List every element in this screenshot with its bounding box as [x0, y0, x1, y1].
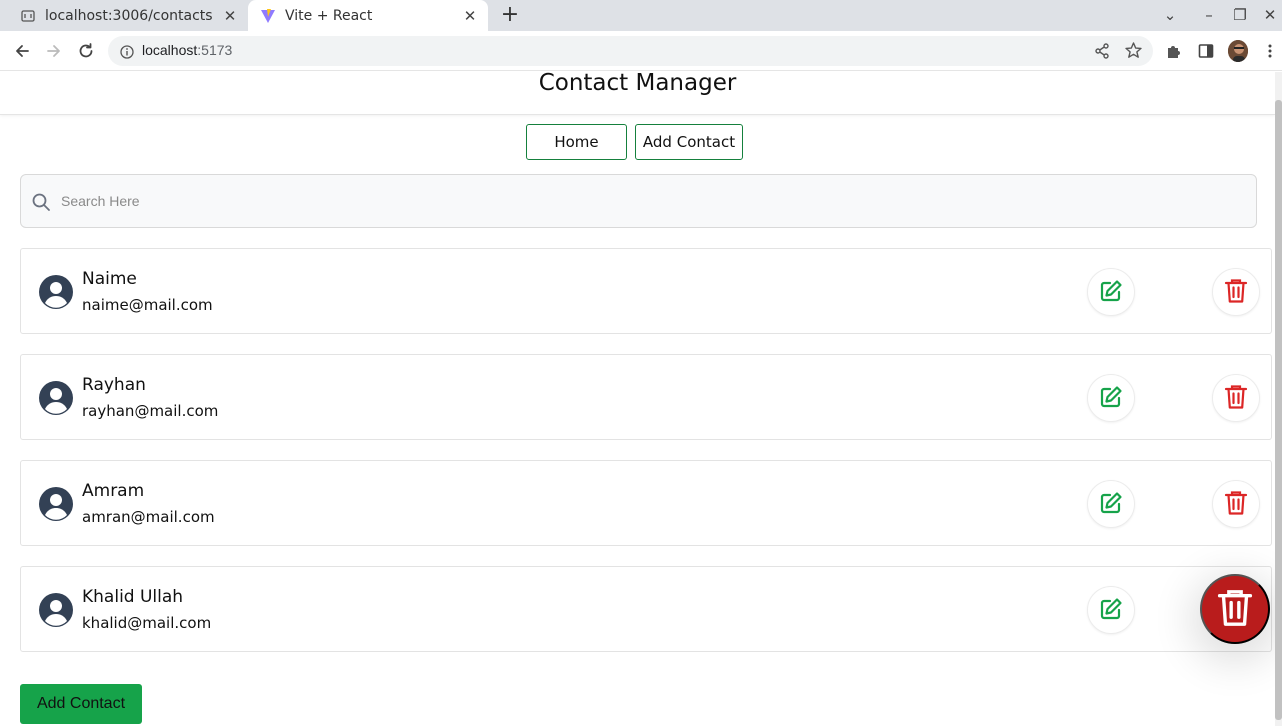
- user-circle-icon: [37, 485, 75, 523]
- pencil-square-icon: [1098, 278, 1124, 307]
- edit-contact-button[interactable]: [1087, 268, 1135, 316]
- close-icon[interactable]: ✕: [462, 8, 478, 24]
- main-nav: Home Add Contact: [0, 124, 1275, 160]
- tab-title: Vite + React: [285, 7, 373, 24]
- site-info-icon[interactable]: [120, 44, 134, 59]
- extensions-puzzle-icon[interactable]: [1164, 41, 1184, 61]
- page-title: Contact Manager: [538, 72, 737, 96]
- delete-contact-button[interactable]: [1212, 480, 1260, 528]
- browser-tab-vite[interactable]: Vite + React ✕: [248, 0, 488, 31]
- contact-name: Amram: [82, 481, 145, 501]
- bookmark-star-icon[interactable]: [1124, 41, 1143, 60]
- page-favicon-icon: [20, 8, 36, 24]
- user-circle-icon: [37, 273, 75, 311]
- browser-menu-icon[interactable]: [1260, 41, 1280, 61]
- edit-contact-button[interactable]: [1087, 374, 1135, 422]
- new-tab-icon[interactable]: +: [499, 4, 521, 26]
- edit-contact-button[interactable]: [1087, 480, 1135, 528]
- contact-card: Khalid Ullah khalid@mail.com: [20, 566, 1272, 652]
- user-circle-icon: [37, 591, 75, 629]
- contact-name: Rayhan: [82, 375, 146, 395]
- edit-contact-button[interactable]: [1087, 586, 1135, 634]
- search-icon: [31, 192, 51, 212]
- nav-add-contact-link[interactable]: Add Contact: [635, 124, 743, 160]
- contact-card: Amram amran@mail.com: [20, 460, 1272, 546]
- trash-icon: [1215, 586, 1255, 633]
- contact-email: naime@mail.com: [82, 296, 213, 314]
- profile-avatar[interactable]: [1228, 40, 1248, 62]
- tab-search-chevron-icon[interactable]: ⌄: [1159, 4, 1181, 26]
- address-bar[interactable]: localhost:5173: [108, 36, 1153, 66]
- restore-icon[interactable]: ❐: [1229, 4, 1251, 26]
- forward-arrow-icon[interactable]: [42, 39, 66, 63]
- delete-contact-button[interactable]: [1212, 268, 1260, 316]
- back-arrow-icon[interactable]: [10, 39, 34, 63]
- page-scrollbar[interactable]: [1275, 72, 1282, 726]
- browser-tab-strip: localhost:3006/contacts ✕ Vite + React ✕…: [0, 0, 1282, 31]
- reload-icon[interactable]: [74, 39, 98, 63]
- browser-toolbar: localhost:5173: [0, 31, 1282, 71]
- user-circle-icon: [37, 379, 75, 417]
- window-close-icon[interactable]: ✕: [1259, 4, 1281, 26]
- browser-tab-contacts[interactable]: localhost:3006/contacts ✕: [8, 0, 248, 31]
- trash-icon: [1223, 489, 1249, 520]
- contact-card: Rayhan rayhan@mail.com: [20, 354, 1272, 440]
- pencil-square-icon: [1098, 384, 1124, 413]
- contact-card: Naime naime@mail.com: [20, 248, 1272, 334]
- vite-logo-icon: [260, 8, 276, 24]
- trash-icon: [1223, 277, 1249, 308]
- pencil-square-icon: [1098, 490, 1124, 519]
- contact-email: amran@mail.com: [82, 508, 215, 526]
- minimize-icon[interactable]: –: [1198, 4, 1220, 26]
- pencil-square-icon: [1098, 596, 1124, 625]
- address-url: localhost:5173: [142, 42, 233, 58]
- share-icon[interactable]: [1093, 42, 1111, 60]
- scrollbar-thumb[interactable]: [1275, 100, 1282, 720]
- contact-name: Naime: [82, 269, 137, 289]
- search-input[interactable]: [61, 175, 1241, 227]
- nav-home-link[interactable]: Home: [526, 124, 627, 160]
- add-contact-button[interactable]: Add Contact: [20, 684, 142, 724]
- search-box: [20, 174, 1257, 228]
- contact-name: Khalid Ullah: [82, 587, 184, 607]
- app-header: Contact Manager: [0, 72, 1275, 115]
- side-panel-icon[interactable]: [1196, 41, 1216, 61]
- contact-email: khalid@mail.com: [82, 614, 212, 632]
- tab-title: localhost:3006/contacts: [45, 7, 213, 24]
- delete-contact-button-hover[interactable]: [1200, 574, 1270, 644]
- page-viewport: Contact Manager Home Add Contact Naime n…: [0, 72, 1282, 726]
- contact-email: rayhan@mail.com: [82, 402, 219, 420]
- delete-contact-button[interactable]: [1212, 374, 1260, 422]
- trash-icon: [1223, 383, 1249, 414]
- close-icon[interactable]: ✕: [222, 8, 238, 24]
